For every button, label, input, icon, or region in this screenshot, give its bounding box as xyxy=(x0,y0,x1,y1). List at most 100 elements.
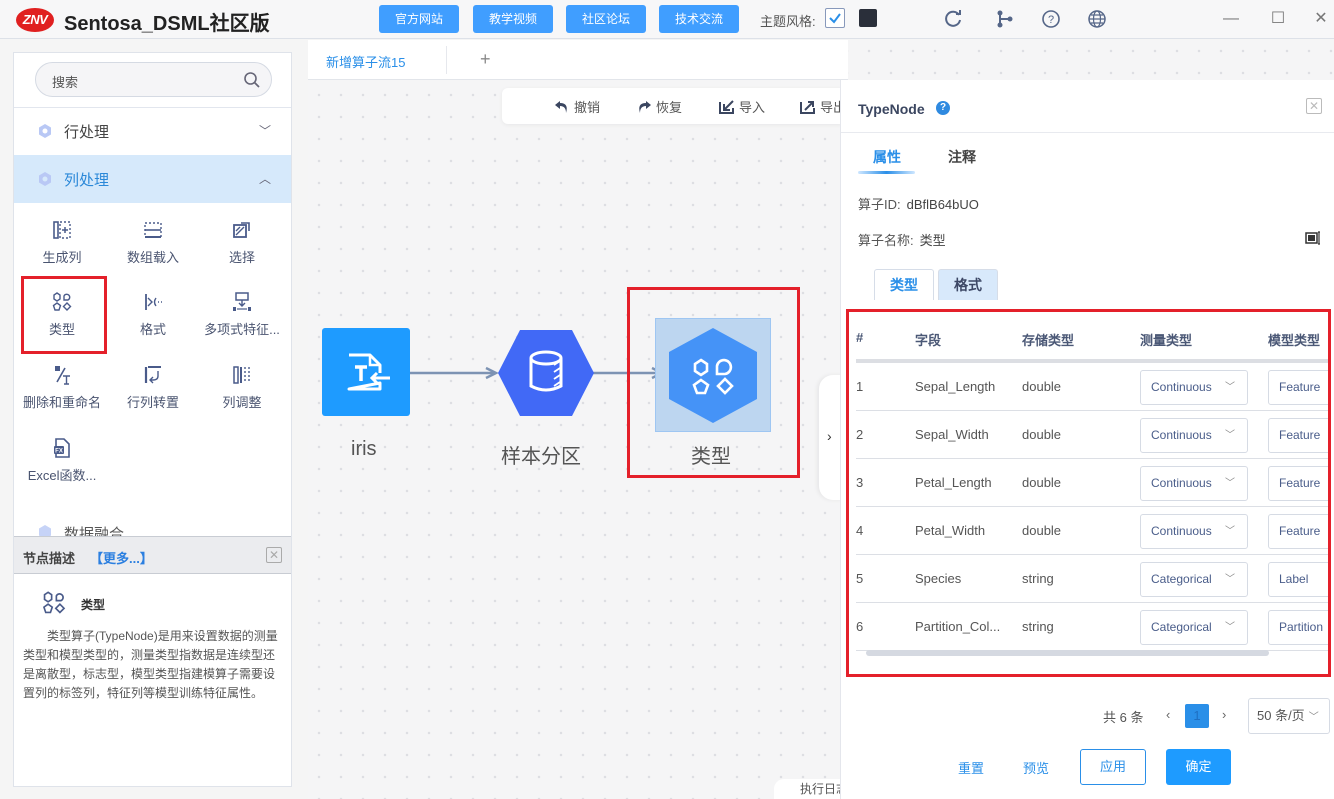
close-icon[interactable]: ✕ xyxy=(266,547,282,563)
theme-label: 主题风格: xyxy=(760,14,816,29)
redo-icon xyxy=(639,101,651,113)
maximize-button[interactable]: ☐ xyxy=(1267,8,1289,30)
tool-excel-function[interactable]: FX Excel函数... xyxy=(18,431,106,491)
active-tab-indicator xyxy=(858,171,915,174)
execution-log-tab[interactable]: 执行日志 xyxy=(774,779,844,799)
tool-select[interactable]: 选择 xyxy=(198,213,286,273)
search-input[interactable]: 搜索 xyxy=(35,62,272,97)
category-label: 行处理 xyxy=(64,124,110,141)
official-site-button[interactable]: 官方网站 xyxy=(379,5,459,33)
excel-fx-icon: FX xyxy=(54,438,70,458)
subtab-format[interactable]: 格式 xyxy=(938,269,998,300)
theme-dark-swatch[interactable] xyxy=(859,9,877,27)
description-text: 类型算子(TypeNode)是用来设置数据的测量类型和模型类型的，测量类型指数据… xyxy=(23,629,278,700)
tab-flow-15[interactable]: 新增算子流15 xyxy=(326,52,405,71)
pager-total: 共 6 条 xyxy=(1103,710,1144,725)
add-column-icon xyxy=(53,221,71,239)
globe-icon[interactable] xyxy=(1086,8,1108,30)
redo-button[interactable]: 恢复 xyxy=(636,97,682,116)
subtab-type[interactable]: 类型 xyxy=(874,269,934,300)
operator-id-row: 算子ID: dBflB64bUO xyxy=(858,194,979,213)
app-title: Sentosa_DSML社区版 xyxy=(64,13,270,35)
close-icon[interactable]: ✕ xyxy=(1306,98,1322,114)
undo-label: 撤销 xyxy=(574,100,601,115)
theme-light-checkbox[interactable] xyxy=(825,8,845,28)
tool-polynomial-feature[interactable]: 多项式特征... xyxy=(198,285,286,345)
node-iris[interactable] xyxy=(322,328,410,416)
category-row-processing[interactable]: 行处理 ﹀ xyxy=(14,107,291,155)
search-icon[interactable] xyxy=(243,71,261,89)
close-window-button[interactable]: ✕ xyxy=(1310,8,1332,30)
tech-exchange-button[interactable]: 技术交流 xyxy=(659,5,739,33)
tab-comments[interactable]: 注释 xyxy=(948,147,976,167)
text-file-input-icon xyxy=(347,353,390,391)
operator-name-value[interactable]: 类型 xyxy=(920,233,946,248)
tool-label: 生成列 xyxy=(42,250,82,265)
page-size-value: 50 条/页 xyxy=(1257,708,1305,723)
delete-rename-icon xyxy=(55,366,70,385)
hexagon-icon xyxy=(39,124,51,138)
minimize-button[interactable]: — xyxy=(1220,8,1242,30)
node-label-sample-partition: 样本分区 xyxy=(501,446,581,468)
tool-label: 数组载入 xyxy=(126,250,179,265)
tutorial-video-button[interactable]: 教学视频 xyxy=(473,5,553,33)
tool-format[interactable]: 格式 xyxy=(109,285,197,345)
category-data-fusion[interactable]: 数据融合 xyxy=(14,515,291,537)
check-icon xyxy=(829,13,841,24)
type-shapes-icon xyxy=(42,591,66,614)
import-button[interactable]: 导入 xyxy=(719,97,765,116)
tool-label: 列调整 xyxy=(222,395,262,410)
pager-current-page[interactable]: 1 xyxy=(1185,704,1209,728)
help-icon[interactable]: ? xyxy=(936,101,950,115)
highlight-box-tool-type xyxy=(21,276,107,354)
pager-prev-button[interactable]: ‹ xyxy=(1166,707,1170,722)
tool-label: 格式 xyxy=(139,322,166,337)
chevron-down-icon: ﹀ xyxy=(258,124,271,138)
tool-column-adjust[interactable]: 列调整 xyxy=(198,358,286,418)
hexagon-icon xyxy=(39,172,51,186)
tool-delete-rename[interactable]: 删除和重命名 xyxy=(18,358,106,418)
tool-label: 删除和重命名 xyxy=(22,395,101,410)
category-column-processing[interactable]: 列处理 ︿ xyxy=(14,155,291,203)
help-icon[interactable]: ? xyxy=(1040,8,1062,30)
tool-label: 多项式特征... xyxy=(204,322,280,337)
node-description-header: 节点描述 【更多...】 ✕ xyxy=(14,536,291,574)
chevron-down-icon: ﹀ xyxy=(1308,712,1319,723)
divider xyxy=(446,46,447,74)
svg-text:FX: FX xyxy=(55,449,63,455)
format-icon xyxy=(145,294,162,310)
chevron-right-icon: › xyxy=(827,428,832,444)
select-icon xyxy=(233,222,250,238)
refresh-icon[interactable] xyxy=(942,8,964,30)
page-size-select[interactable]: 50 条/页 ﹀ xyxy=(1248,698,1330,734)
reset-button[interactable]: 重置 xyxy=(958,758,984,777)
preview-button[interactable]: 预览 xyxy=(1023,758,1049,777)
tab-properties[interactable]: 属性 xyxy=(873,147,901,167)
canvas-toolbar: 撤销 恢复 导入 导出 xyxy=(502,88,846,124)
apply-button[interactable]: 应用 xyxy=(1080,749,1146,785)
branch-icon[interactable] xyxy=(994,8,1016,30)
highlight-box-table xyxy=(846,309,1331,677)
pager-next-button[interactable]: › xyxy=(1222,707,1226,722)
community-forum-button[interactable]: 社区论坛 xyxy=(566,5,646,33)
redo-label: 恢复 xyxy=(656,100,683,115)
edit-name-icon[interactable] xyxy=(1305,231,1321,245)
tool-transpose[interactable]: 行列转置 xyxy=(109,358,197,418)
confirm-button[interactable]: 确定 xyxy=(1166,749,1231,785)
tool-label: Excel函数... xyxy=(27,468,97,483)
panel-title: TypeNode xyxy=(858,101,925,117)
undo-button[interactable]: 撤销 xyxy=(554,97,600,116)
title-bar: ZNV Sentosa_DSML社区版 官方网站 教学视频 社区论坛 技术交流 … xyxy=(0,0,1334,39)
description-more-link[interactable]: 【更多...】 xyxy=(90,548,153,567)
add-tab-button[interactable]: + xyxy=(480,49,491,70)
node-sample-partition[interactable] xyxy=(498,330,594,416)
import-icon xyxy=(719,100,734,114)
chevron-up-icon: ︿ xyxy=(258,172,271,186)
tool-label: 行列转置 xyxy=(126,395,179,410)
operator-sidebar: 搜索 行处理 ﹀ 列处理 ︿ 生成列 数组载入 选择 类型 格式 多项式特征..… xyxy=(13,52,292,787)
tool-array-load[interactable]: 数组载入 xyxy=(109,213,197,273)
category-label: 数据融合 xyxy=(64,526,125,537)
operator-id-label: 算子ID: xyxy=(858,197,901,212)
tool-generate-column[interactable]: 生成列 xyxy=(18,213,106,273)
array-load-icon xyxy=(144,222,162,238)
